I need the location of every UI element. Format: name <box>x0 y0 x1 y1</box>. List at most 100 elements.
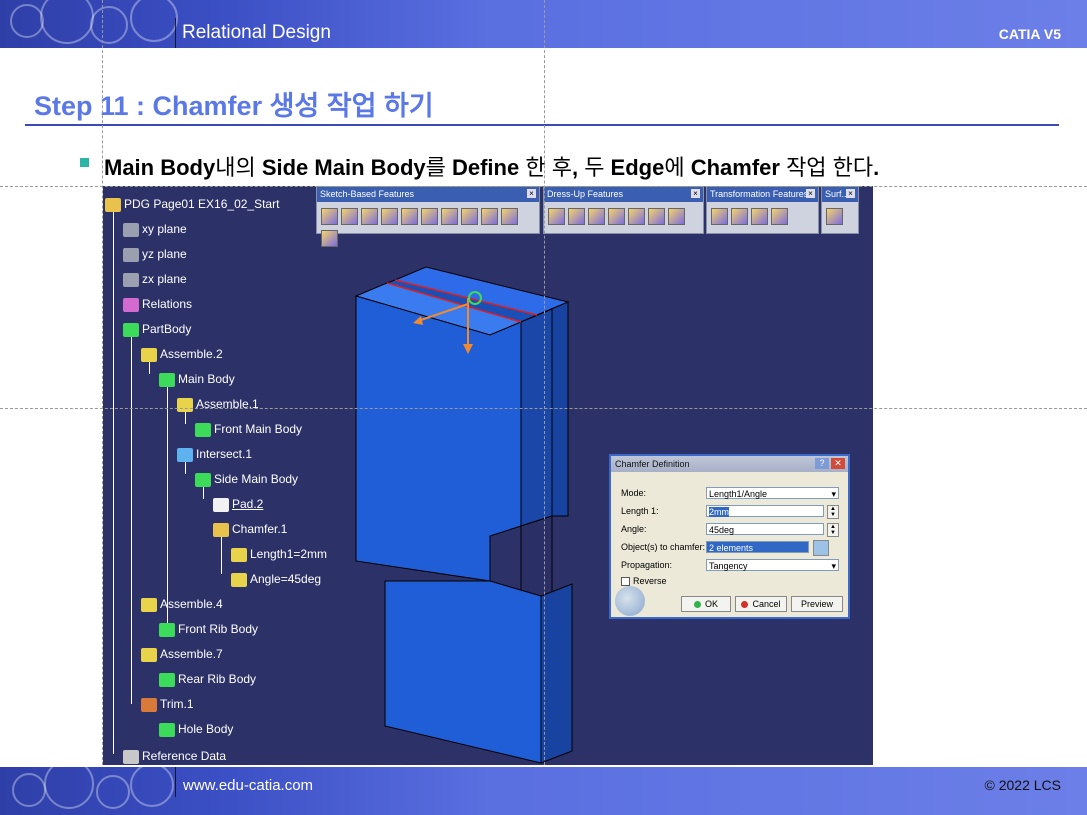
tree-node[interactable]: PartBody <box>123 321 191 337</box>
toolbar-title[interactable]: Sketch-Based Features <box>317 187 539 202</box>
tree-node[interactable]: Length1=2mm <box>231 546 327 562</box>
toolbar-buttons <box>317 202 539 258</box>
tree-node-label: Relations <box>142 297 193 311</box>
angle-input[interactable]: 45deg <box>706 523 824 535</box>
instruction-part: 작업 한다 <box>779 155 874 180</box>
assemble-icon <box>177 397 193 412</box>
tree-node[interactable]: Angle=45deg <box>231 571 321 587</box>
tree-node-label: Length1=2mm <box>250 547 328 561</box>
preview-button[interactable]: Preview <box>791 596 843 612</box>
tree-node[interactable]: Intersect.1 <box>177 446 252 462</box>
toolbar-button-icon[interactable] <box>548 208 565 225</box>
length-value: 2mm <box>709 507 729 517</box>
instruction-part: 두 <box>578 155 611 180</box>
toolbar-button-icon[interactable] <box>568 208 585 225</box>
mode-select[interactable]: Length1/Angle ▾ <box>706 487 839 499</box>
cad-viewport[interactable]: PDG Page01 EX16_02_Startxy plane yz plane… <box>103 186 873 765</box>
toolbar-button-icon[interactable] <box>321 208 338 225</box>
tree-node-label: Intersect.1 <box>196 447 253 461</box>
step-title: Step 11 : Chamfer 생성 작업 하기 <box>34 91 434 121</box>
toolbar-button-icon[interactable] <box>321 230 338 247</box>
checkbox-icon[interactable] <box>621 577 630 587</box>
help-button[interactable]: ? <box>815 458 829 469</box>
toolbar-button-icon[interactable] <box>481 208 498 225</box>
tree-node[interactable]: xy plane <box>123 221 187 237</box>
toolbar-title[interactable]: Dress-Up Features <box>544 187 703 202</box>
tree-node[interactable]: Chamfer.1 <box>213 521 287 537</box>
close-button[interactable]: ✕ <box>831 458 845 469</box>
tree-node[interactable]: Rear Rib Body <box>159 671 256 687</box>
tree-node-label: Pad.2 <box>232 497 264 511</box>
toolbar[interactable]: Transformation Features × <box>706 186 819 234</box>
toolbar-button-icon[interactable] <box>461 208 478 225</box>
toolbar-button-icon[interactable] <box>421 208 438 225</box>
tree-node[interactable]: Relations <box>123 296 192 312</box>
toolbar-button-icon[interactable] <box>826 208 843 225</box>
toolbar[interactable]: Dress-Up Features × <box>543 186 704 234</box>
tree-node[interactable]: PDG Page01 EX16_02_Start <box>105 196 279 212</box>
close-icon[interactable]: × <box>691 189 700 198</box>
close-icon[interactable]: × <box>806 189 815 198</box>
pad-icon <box>213 497 229 512</box>
dialog-title-bar[interactable]: Chamfer Definition ? ✕ <box>611 456 848 472</box>
tree-node[interactable]: zx plane <box>123 271 187 287</box>
instruction-part: 한 후 <box>519 155 572 180</box>
length-input[interactable]: 2mm <box>706 505 824 517</box>
tree-node[interactable]: Side Main Body <box>195 471 298 487</box>
toolbar-button-icon[interactable] <box>501 208 518 225</box>
toolbar-button-icon[interactable] <box>628 208 645 225</box>
toolbar-button-icon[interactable] <box>381 208 398 225</box>
toolbar-button-icon[interactable] <box>751 208 768 225</box>
toolbar-button-icon[interactable] <box>401 208 418 225</box>
close-icon[interactable]: × <box>846 189 855 198</box>
objects-field[interactable]: 2 elements <box>706 541 809 553</box>
instruction-part: Main Body <box>104 155 216 180</box>
guide-line <box>0 408 1087 409</box>
length-spinner[interactable]: ▲ ▼ <box>827 505 839 519</box>
footer-url[interactable]: www.edu-catia.com <box>183 777 313 794</box>
toolbar[interactable]: Sketch-Based Features × <box>316 186 540 247</box>
cancel-icon <box>741 601 749 609</box>
toolbar-button-icon[interactable] <box>668 208 685 225</box>
toolbar-button-icon[interactable] <box>608 208 625 225</box>
propagation-select[interactable]: Tangency ▾ <box>706 559 839 571</box>
toolbar-button-icon[interactable] <box>588 208 605 225</box>
product-name: CATIA V5 <box>998 26 1061 42</box>
tree-node[interactable]: Pad.2 <box>213 496 263 512</box>
toolbar-title[interactable]: Transformation Features <box>707 187 818 202</box>
tree-node[interactable]: Front Main Body <box>195 421 302 437</box>
toolbar[interactable]: Surf... × <box>821 186 859 234</box>
tree-node[interactable]: Trim.1 <box>141 696 194 712</box>
tree-node[interactable]: Main Body <box>159 371 235 387</box>
cancel-button[interactable]: Cancel <box>735 596 787 612</box>
tree-node-label: Assemble.2 <box>160 347 223 361</box>
tree-node[interactable]: Assemble.2 <box>141 346 223 362</box>
tree-node[interactable]: yz plane <box>123 246 187 262</box>
product-icon <box>105 197 121 212</box>
toolbar-button-icon[interactable] <box>361 208 378 225</box>
toolbar-button-icon[interactable] <box>441 208 458 225</box>
tree-node[interactable]: Assemble.1 <box>177 396 259 412</box>
ok-button[interactable]: OK <box>681 596 731 612</box>
tree-node[interactable]: Hole Body <box>159 721 233 737</box>
toolbar-button-icon[interactable] <box>711 208 728 225</box>
instruction-part: Chamfer <box>690 155 780 180</box>
specification-tree[interactable]: PDG Page01 EX16_02_Startxy plane yz plane… <box>103 186 403 765</box>
close-icon[interactable]: × <box>527 189 536 198</box>
tree-node[interactable]: Assemble.4 <box>141 596 223 612</box>
toolbar-button-icon[interactable] <box>341 208 358 225</box>
plane-icon <box>123 222 139 237</box>
tree-node[interactable]: Assemble.7 <box>141 646 223 662</box>
tree-node-label: PartBody <box>142 322 192 336</box>
instruction-part: 에 <box>664 155 691 180</box>
angle-spinner[interactable]: ▲ ▼ <box>827 523 839 537</box>
tree-node[interactable]: Reference Data <box>123 748 226 764</box>
chamfer-definition-dialog[interactable]: Chamfer Definition ? ✕ Mode: Length1/Ang… <box>609 454 850 619</box>
multi-selection-icon[interactable] <box>813 540 829 556</box>
footer-band: www.edu-catia.com © 2022 LCS <box>0 767 1087 815</box>
decorative-circles <box>0 767 180 815</box>
toolbar-button-icon[interactable] <box>731 208 748 225</box>
tree-node[interactable]: Front Rib Body <box>159 621 258 637</box>
toolbar-button-icon[interactable] <box>771 208 788 225</box>
toolbar-button-icon[interactable] <box>648 208 665 225</box>
